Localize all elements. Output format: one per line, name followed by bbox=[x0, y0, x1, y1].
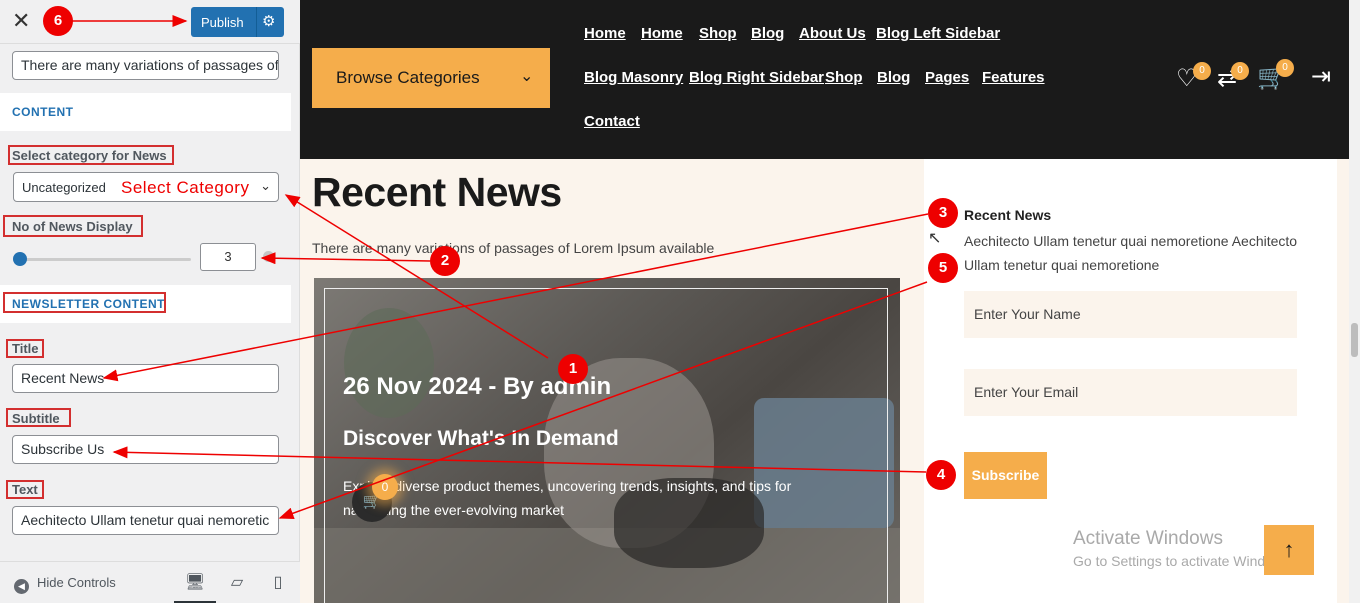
marker-1: 1 bbox=[558, 354, 588, 384]
marker-3: 3 bbox=[928, 198, 958, 228]
marker-6: 6 bbox=[43, 6, 73, 36]
marker-4: 4 bbox=[926, 460, 956, 490]
mouse-cursor-icon: ↖ bbox=[928, 230, 942, 247]
annotation-arrows bbox=[72, 15, 929, 520]
screen: ✕ Publish ⚙ There are many variations of… bbox=[0, 0, 1360, 603]
arrow-2 bbox=[260, 252, 431, 265]
arrow-5 bbox=[278, 281, 928, 520]
arrow-3 bbox=[102, 213, 929, 382]
marker-2: 2 bbox=[430, 246, 460, 276]
arrow-4 bbox=[112, 446, 927, 473]
marker-5: 5 bbox=[928, 253, 958, 283]
